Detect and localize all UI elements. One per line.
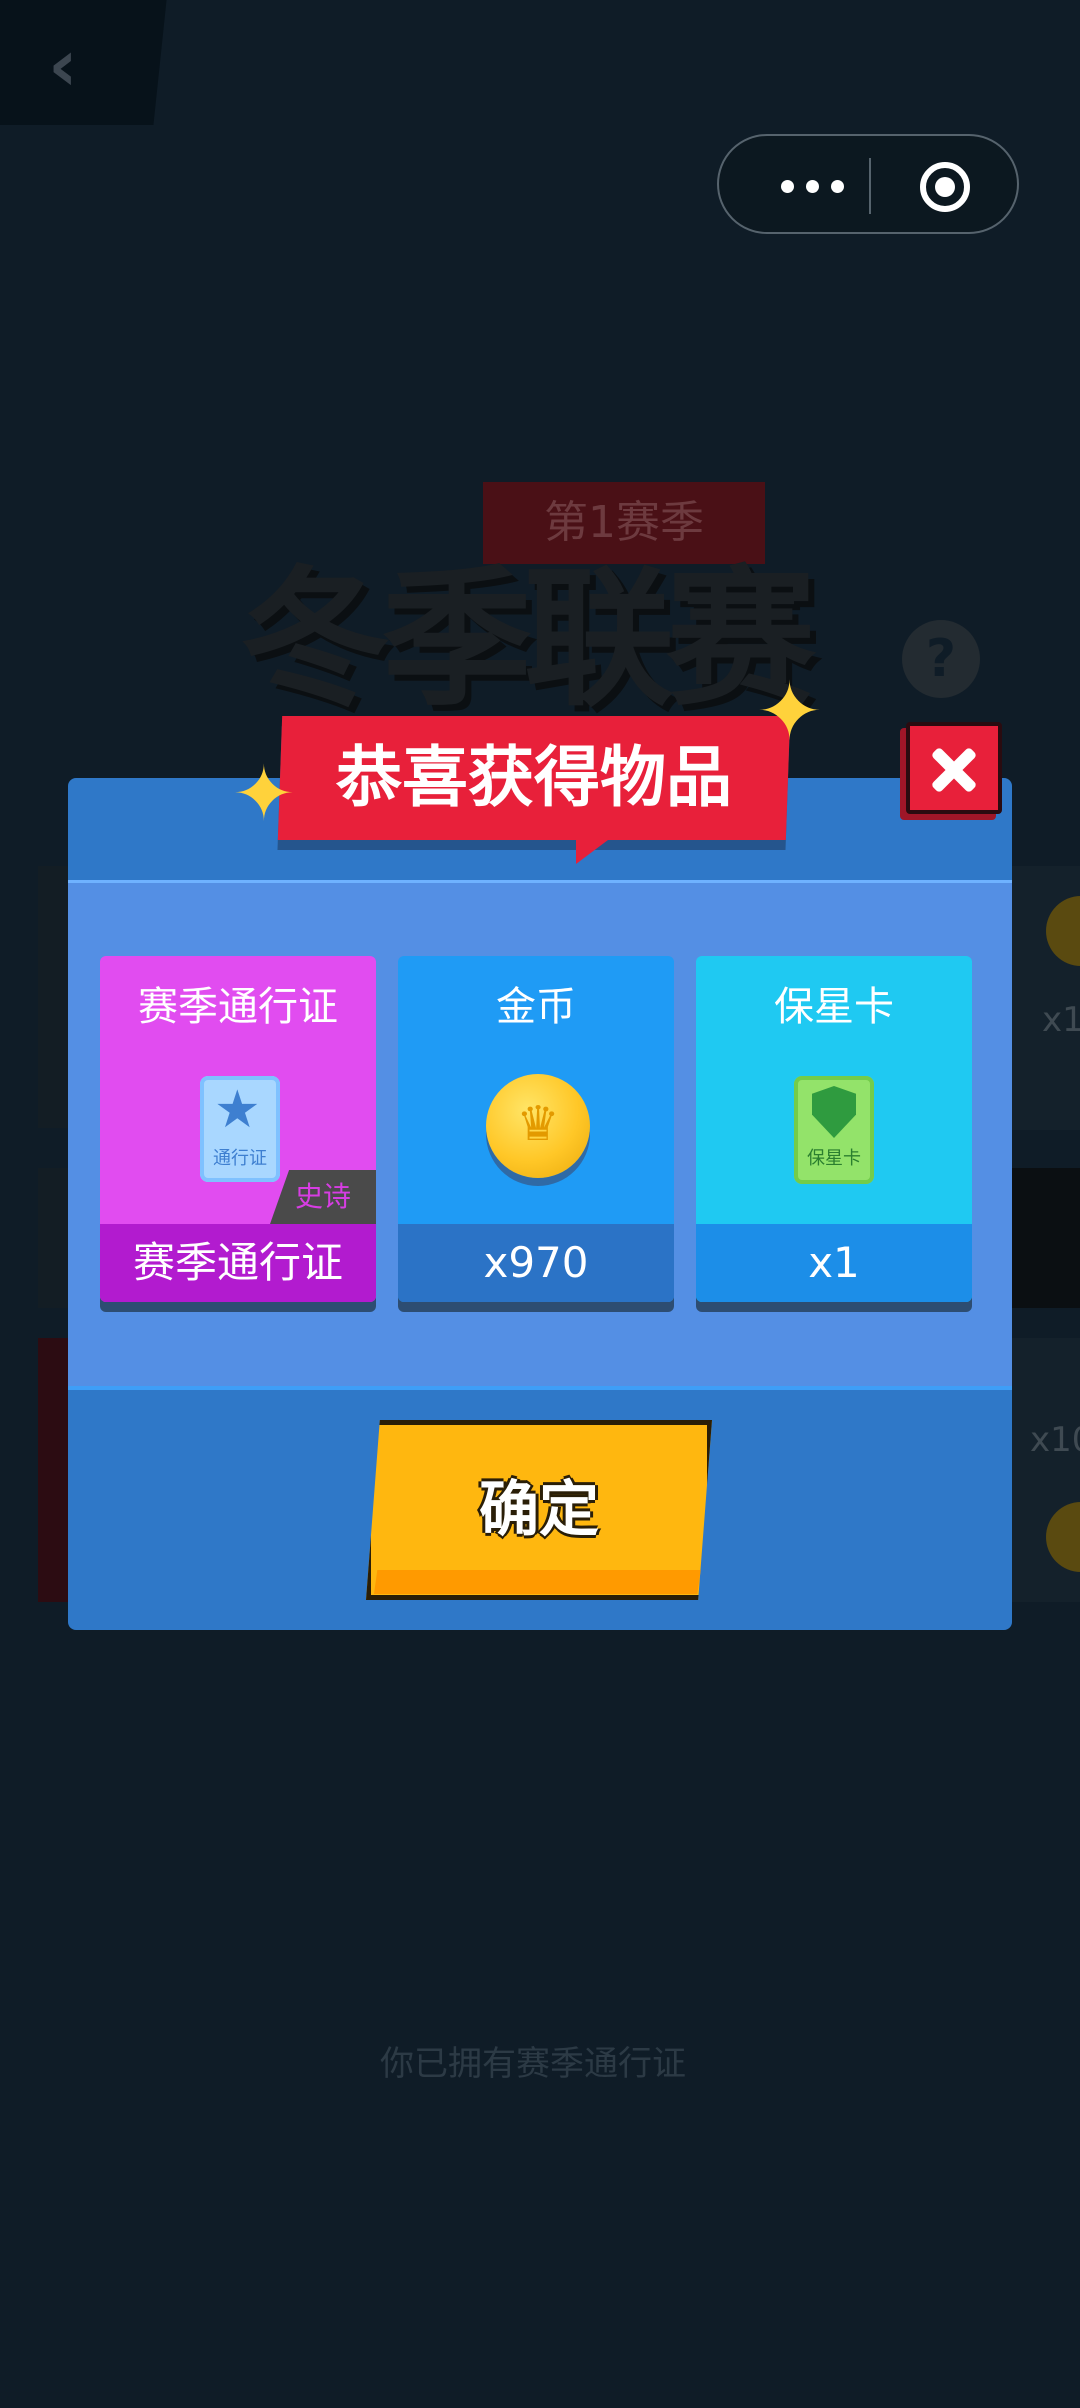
chevron-left-icon: ‹ xyxy=(48,23,78,107)
more-icon[interactable] xyxy=(763,165,873,205)
bg-amount: x10 xyxy=(1030,1420,1080,1460)
confirm-label: 确定 xyxy=(479,1475,599,1545)
item-name: 金币 xyxy=(496,984,576,1030)
coin-icon: ♛ xyxy=(486,1074,590,1178)
bg-amount: x1 xyxy=(1042,1000,1080,1040)
item-amount: x1 xyxy=(696,1224,972,1302)
pass-card-icon: ★ 通行证 xyxy=(200,1076,280,1182)
icon-label: 保星卡 xyxy=(807,1148,861,1169)
close-miniprogram-icon[interactable] xyxy=(920,162,970,212)
star-icon: ★ xyxy=(214,1080,261,1140)
dialog-title-ribbon: 恭喜获得物品 xyxy=(277,716,791,864)
item-footer: 赛季通行证 xyxy=(100,1224,376,1302)
icon-label: 通行证 xyxy=(213,1148,267,1169)
item-name: 赛季通行证 xyxy=(138,984,338,1030)
reward-item-card: 保星卡 保星卡 x1 xyxy=(696,956,972,1302)
dialog-title: 恭喜获得物品 xyxy=(336,739,732,816)
shield-card-icon: 保星卡 xyxy=(794,1076,874,1184)
item-amount: x970 xyxy=(398,1224,674,1302)
item-name: 保星卡 xyxy=(774,984,894,1030)
owned-pass-text: 你已拥有赛季通行证 xyxy=(380,2044,686,2084)
help-icon[interactable]: ? xyxy=(902,620,980,698)
capsule-divider xyxy=(869,158,871,214)
reward-item-card: 金币 ♛ x970 xyxy=(398,956,674,1302)
confirm-button[interactable]: 确定 xyxy=(366,1420,712,1600)
mini-program-capsule xyxy=(717,134,1019,234)
sparkle-icon: ✦ xyxy=(232,749,296,838)
close-icon[interactable] xyxy=(906,722,1002,814)
bg-panel-right-2 xyxy=(1012,1168,1080,1308)
season-label: 第1赛季 xyxy=(483,482,765,564)
sparkle-icon: ✦ xyxy=(756,665,824,758)
rarity-badge: 史诗 xyxy=(270,1170,376,1224)
crown-icon: ♛ xyxy=(516,1096,560,1152)
shield-icon xyxy=(812,1086,856,1138)
reward-item-card: 赛季通行证 ★ 通行证 史诗 赛季通行证 xyxy=(100,956,376,1302)
